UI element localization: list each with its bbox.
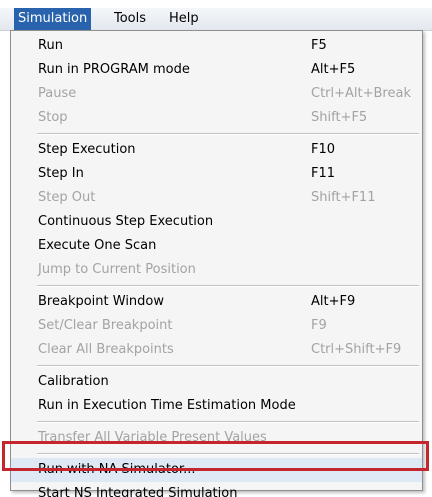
menu-item-breakpoint-window[interactable]: Breakpoint Window Alt+F9 xyxy=(11,290,422,314)
menu-simulation[interactable]: Simulation xyxy=(14,8,92,30)
menu-item-calibration[interactable]: Calibration xyxy=(11,370,422,394)
menu-bar: Simulation Tools Help xyxy=(0,8,432,31)
menu-item-run[interactable]: Run F5 xyxy=(11,34,422,58)
menu-item-shortcut: F5 xyxy=(311,38,327,53)
menu-item-set-clear-breakpoint: Set/Clear Breakpoint F9 xyxy=(11,314,422,338)
menu-item-transfer-all-variable-present-values: Transfer All Variable Present Values xyxy=(11,426,422,450)
menu-item-shortcut: F9 xyxy=(311,318,327,333)
menu-item-label: Calibration xyxy=(38,374,109,389)
menu-separator xyxy=(37,285,419,287)
menu-item-run-in-program-mode[interactable]: Run in PROGRAM mode Alt+F5 xyxy=(11,58,422,82)
menu-separator xyxy=(37,453,419,455)
menu-item-shortcut: F10 xyxy=(311,142,336,157)
menu-item-continuous-step-execution[interactable]: Continuous Step Execution xyxy=(11,210,422,234)
menu-item-label: Pause xyxy=(38,86,77,101)
menu-item-start-ns-integrated-simulation[interactable]: Start NS Integrated Simulation xyxy=(11,482,422,497)
menu-item-label: Step Execution xyxy=(38,142,136,157)
menu-item-shortcut: F11 xyxy=(311,166,336,181)
menu-item-label: Execute One Scan xyxy=(38,238,157,253)
menu-item-run-with-na-simulator[interactable]: Run with NA Simulator... xyxy=(11,458,422,482)
menu-item-label: Step In xyxy=(38,166,84,181)
menu-item-shortcut: Ctrl+Shift+F9 xyxy=(311,342,402,357)
menu-item-label: Breakpoint Window xyxy=(38,294,165,309)
menu-item-label: Jump to Current Position xyxy=(38,262,196,277)
menu-separator xyxy=(37,421,419,423)
menu-item-clear-all-breakpoints: Clear All Breakpoints Ctrl+Shift+F9 xyxy=(11,338,422,362)
menu-separator xyxy=(37,133,419,135)
menu-item-execute-one-scan[interactable]: Execute One Scan xyxy=(11,234,422,258)
menu-item-label: Transfer All Variable Present Values xyxy=(38,430,267,445)
menu-item-label: Run with NA Simulator... xyxy=(38,462,196,477)
menu-item-step-out: Step Out Shift+F11 xyxy=(11,186,422,210)
menu-help[interactable]: Help xyxy=(165,8,203,30)
menu-item-label: Run xyxy=(38,38,63,53)
menu-item-label: Clear All Breakpoints xyxy=(38,342,174,357)
menu-tools[interactable]: Tools xyxy=(110,8,150,30)
menu-item-label: Step Out xyxy=(38,190,96,205)
menu-item-step-execution[interactable]: Step Execution F10 xyxy=(11,138,422,162)
menu-item-label: Run in PROGRAM mode xyxy=(38,62,190,77)
menu-item-shortcut: Shift+F5 xyxy=(311,110,368,125)
menu-item-label: Continuous Step Execution xyxy=(38,214,214,229)
simulation-dropdown-menu: Run F5 Run in PROGRAM mode Alt+F5 Pause Ctrl+… xyxy=(10,30,423,497)
menu-item-label: Set/Clear Breakpoint xyxy=(38,318,173,333)
menu-item-run-in-execution-time-estimation-mode[interactable]: Run in Execution Time Estimation Mode xyxy=(11,394,422,418)
menu-item-jump-to-current-position: Jump to Current Position xyxy=(11,258,422,282)
menu-separator xyxy=(37,365,419,367)
menu-item-label: Start NS Integrated Simulation xyxy=(38,486,238,497)
screenshot-root: Simulation Tools Help Run F5 Run in PROGRA… xyxy=(0,0,432,497)
menu-item-step-in[interactable]: Step In F11 xyxy=(11,162,422,186)
menu-item-shortcut: Shift+F11 xyxy=(311,190,376,205)
menu-item-shortcut: Ctrl+Alt+Break xyxy=(311,86,411,101)
menu-item-shortcut: Alt+F9 xyxy=(311,294,356,309)
menu-item-pause: Pause Ctrl+Alt+Break xyxy=(11,82,422,106)
menu-item-stop: Stop Shift+F5 xyxy=(11,106,422,130)
menu-item-label: Stop xyxy=(38,110,68,125)
menu-item-label: Run in Execution Time Estimation Mode xyxy=(38,398,296,413)
menu-item-shortcut: Alt+F5 xyxy=(311,62,356,77)
